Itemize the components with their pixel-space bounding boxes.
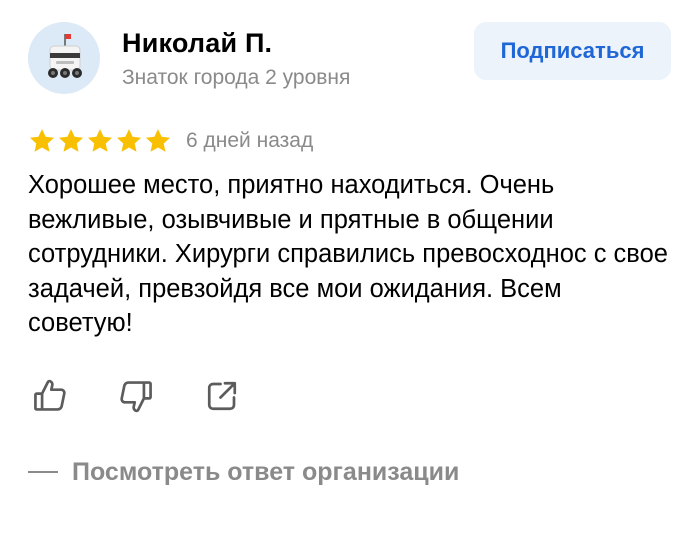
review-actions	[28, 374, 286, 418]
review-header: Николай П. Знаток города 2 уровня Подпис…	[0, 0, 700, 120]
author-level: Знаток города 2 уровня	[122, 66, 351, 89]
dislike-button[interactable]	[114, 374, 158, 418]
star-icon	[145, 129, 171, 152]
share-icon	[207, 381, 237, 411]
thumbs-up-icon	[34, 379, 66, 411]
share-button[interactable]	[200, 374, 244, 418]
dash-divider	[28, 471, 58, 473]
star-icon	[58, 129, 84, 152]
rating-row: 6 дней назад	[28, 124, 313, 158]
view-organization-response-link[interactable]: Посмотреть ответ организации	[28, 452, 459, 492]
view-response-label: Посмотреть ответ организации	[72, 457, 460, 486]
thumbs-down-icon	[120, 381, 152, 413]
delivery-robot-icon	[48, 34, 82, 78]
subscribe-button[interactable]: Подписаться	[474, 22, 671, 80]
author-name[interactable]: Николай П.	[122, 28, 272, 59]
star-icon	[87, 129, 113, 152]
like-button[interactable]	[28, 374, 72, 418]
rating-stars	[28, 127, 173, 155]
review-text: Хорошее место, приятно находиться. Очень…	[28, 171, 668, 337]
avatar[interactable]	[28, 22, 100, 94]
star-icon	[116, 129, 142, 152]
review-date: 6 дней назад	[186, 129, 314, 152]
star-icon	[29, 129, 55, 152]
